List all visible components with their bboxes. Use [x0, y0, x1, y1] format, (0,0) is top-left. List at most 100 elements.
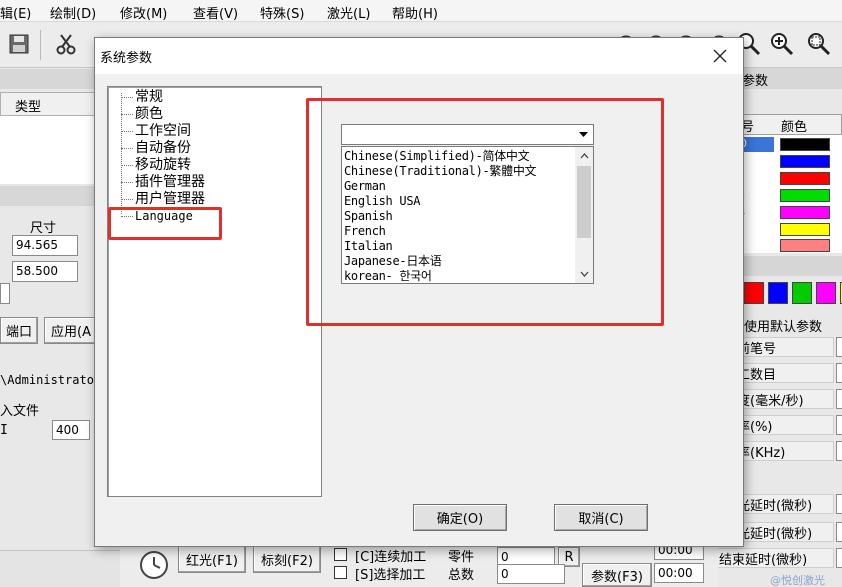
- tree-branch-line: [121, 199, 133, 200]
- pen-table-scrollbar[interactable]: [738, 256, 842, 276]
- menu-laser[interactable]: 激光(L): [327, 3, 370, 22]
- save-icon[interactable]: [5, 30, 33, 58]
- color-strip[interactable]: [744, 282, 842, 304]
- ok-button[interactable]: 确定(O): [413, 504, 507, 531]
- strip-color[interactable]: [744, 282, 764, 304]
- delay-label: 光延时(微秒): [734, 522, 834, 542]
- tree-item-label: 用户管理器: [135, 191, 205, 207]
- toolbar-separator: [40, 30, 41, 60]
- param-label: 率(KHz): [734, 441, 834, 461]
- menu-edit[interactable]: 辑(E): [0, 3, 31, 22]
- language-list-highlight-box: [306, 98, 664, 326]
- cancel-button[interactable]: 取消(C): [554, 504, 648, 531]
- zoom-all-icon[interactable]: [805, 30, 833, 58]
- pen-color-swatch[interactable]: [780, 155, 830, 168]
- tree-item-auto-backup[interactable]: 自动备份: [108, 140, 318, 157]
- tree-branch-line: [121, 97, 133, 98]
- tree-item-label: 工作空间: [135, 123, 191, 139]
- tree-item-workspace[interactable]: 工作空间: [108, 123, 318, 140]
- object-list[interactable]: [0, 116, 96, 184]
- param-field[interactable]: [836, 337, 842, 357]
- strip-color[interactable]: [768, 282, 788, 304]
- tree-item-label: 移动旋转: [135, 157, 191, 173]
- watermark-text: @悦创激光: [770, 574, 825, 587]
- size-label: 尺寸: [30, 221, 57, 236]
- tree-item-user-manager[interactable]: 用户管理器: [108, 191, 318, 208]
- select-process-checkbox[interactable]: [334, 566, 347, 579]
- param-field[interactable]: [836, 363, 842, 383]
- total-label: 总数: [448, 568, 475, 583]
- param-label: 度(毫米/秒): [734, 389, 834, 409]
- menu-special[interactable]: 特殊(S): [260, 3, 304, 22]
- param-f3-button[interactable]: 参数(F3): [582, 563, 652, 587]
- panel-header-bar: [0, 186, 96, 206]
- use-default-label: 使用默认参数: [744, 320, 823, 335]
- cut-icon[interactable]: [52, 30, 80, 58]
- tree-item-color[interactable]: 颜色: [108, 106, 318, 123]
- menu-view[interactable]: 查看(V): [193, 3, 238, 22]
- pen-color-swatch[interactable]: [780, 223, 830, 236]
- pen-table-header: 号 颜色: [738, 114, 842, 135]
- dpi-field[interactable]: 400: [52, 420, 90, 440]
- param-label: 率(%): [734, 415, 834, 435]
- pen-color-swatch[interactable]: [780, 239, 830, 252]
- tree-item-plugin-manager[interactable]: 插件管理器: [108, 174, 318, 191]
- status-area: [0, 550, 120, 587]
- dialog-title: 系统参数: [100, 51, 153, 66]
- tree-item-general[interactable]: 常规: [108, 89, 318, 106]
- dpi-label: I: [0, 423, 8, 438]
- param-label: 工数目: [734, 363, 834, 383]
- pen-color-swatch[interactable]: [780, 172, 830, 185]
- pen-color-swatch[interactable]: [780, 206, 830, 219]
- settings-tree: 常规 颜色 工作空间 自动备份 移动旋转 插件管理器 用户管理器 Languag…: [107, 86, 322, 497]
- strip-color[interactable]: [792, 282, 812, 304]
- continuous-checkbox[interactable]: [334, 548, 347, 561]
- mark-button[interactable]: 标刻(F2): [253, 545, 321, 573]
- param-field[interactable]: [836, 389, 842, 409]
- delay-field[interactable]: [836, 522, 842, 542]
- param-field[interactable]: [836, 441, 842, 461]
- tree-item-label: 插件管理器: [135, 174, 205, 190]
- zoom-in-icon[interactable]: [768, 30, 796, 58]
- menu-modify[interactable]: 修改(M): [120, 3, 167, 22]
- pen-color-swatch[interactable]: [780, 189, 830, 202]
- param-label: 前笔号: [734, 337, 834, 357]
- red-light-button[interactable]: 红光(F1): [178, 545, 246, 573]
- delay-label: 光延时(微秒): [734, 494, 834, 514]
- pen-table[interactable]: 0 1 2 3 4 5: [738, 135, 842, 253]
- pen-panel-title: 参数: [742, 74, 769, 89]
- delay-label: 结束延时(微秒): [716, 548, 834, 568]
- tree-item-label: 自动备份: [135, 140, 191, 156]
- close-icon[interactable]: [705, 44, 735, 68]
- file-path-text: \Administrato: [0, 373, 94, 387]
- color-header: 颜色: [781, 120, 808, 135]
- continuous-label: [C]连续加工: [355, 550, 427, 565]
- total-field[interactable]: 0: [497, 564, 565, 584]
- delay-field[interactable]: [836, 548, 842, 568]
- size-y-field[interactable]: 58.500: [12, 261, 78, 282]
- import-file-label: 入文件: [0, 404, 40, 419]
- lock-field[interactable]: [0, 283, 10, 304]
- param-field[interactable]: [836, 415, 842, 435]
- port-button[interactable]: 端口: [0, 317, 38, 344]
- piece-label: 零件: [448, 550, 475, 565]
- object-list-header: 类型: [0, 92, 96, 116]
- delay-field[interactable]: [836, 494, 842, 514]
- tree-branch-line: [121, 165, 133, 166]
- menu-draw[interactable]: 绘制(D): [50, 3, 96, 22]
- size-x-field[interactable]: 94.565: [12, 235, 78, 256]
- tree-branch-line: [121, 131, 133, 132]
- strip-color[interactable]: [816, 282, 836, 304]
- panel-header-bar: [0, 69, 96, 89]
- select-process-label: [S]选择加工: [355, 568, 426, 583]
- dialog-title-bar[interactable]: 系统参数: [95, 38, 743, 74]
- apply-button[interactable]: 应用(A: [44, 317, 96, 344]
- language-highlight-box: [108, 207, 222, 240]
- tree-branch-line: [121, 114, 133, 115]
- pen-color-swatch[interactable]: [780, 138, 830, 151]
- menu-help[interactable]: 帮助(H): [392, 3, 438, 22]
- tree-item-label: 常规: [135, 89, 163, 105]
- menubar: 辑(E) 绘制(D) 修改(M) 查看(V) 特殊(S) 激光(L) 帮助(H): [0, 0, 842, 22]
- tree-item-move-rotate[interactable]: 移动旋转: [108, 157, 318, 174]
- tree-branch-line: [121, 182, 133, 183]
